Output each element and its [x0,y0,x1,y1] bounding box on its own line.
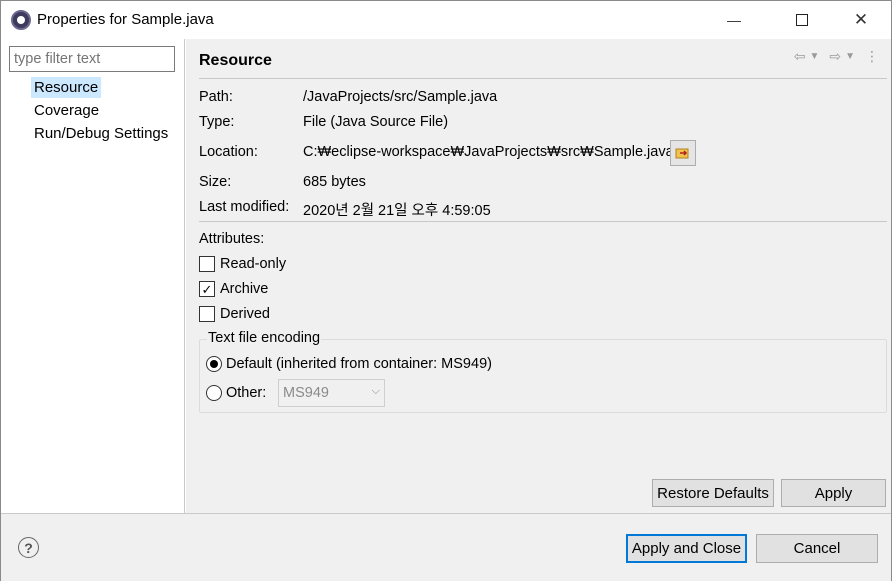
size-value: 685 bytes [303,174,366,190]
attributes-separator [199,221,887,222]
tree-item-coverage[interactable]: Coverage [31,100,102,121]
resource-page: Resource ⇦ ▼ ⇨ ▼ ⋮ Path: /JavaProjects/s… [186,39,891,513]
tree-item-label: Coverage [34,102,100,119]
view-menu-icon[interactable]: ⋮ [865,48,879,65]
encoding-select-value: MS949 [283,385,329,401]
default-encoding-radio[interactable]: Default (inherited from container: MS949… [206,356,492,372]
restore-defaults-button[interactable]: Restore Defaults [652,479,774,507]
other-encoding-radio[interactable]: Other: [206,385,266,401]
type-label: Type: [199,114,235,130]
page-title: Resource [199,52,272,69]
path-label: Path: [199,89,233,105]
apply-button[interactable]: Apply [781,479,886,507]
forward-dropdown-icon[interactable]: ▼ [845,51,855,65]
close-icon: ✕ [853,10,869,29]
location-value: C:₩eclipse-workspace₩JavaProjects₩src₩Sa… [303,144,674,160]
apply-and-close-button[interactable]: Apply and Close [626,534,747,563]
tree-item-label: Run/Debug Settings [34,125,169,142]
cancel-label: Cancel [793,540,841,557]
apply-label: Apply [814,484,853,502]
last-modified-label: Last modified: [199,199,290,215]
properties-dialog: Properties for Sample.java — ✕ Resource … [0,0,892,581]
other-encoding-label: Other: [226,385,267,401]
path-value: /JavaProjects/src/Sample.java [303,89,498,105]
encoding-group-title: Text file encoding [207,330,322,346]
maximize-button[interactable] [779,1,825,39]
size-label: Size: [199,174,232,190]
location-label: Location: [199,144,258,160]
back-dropdown-icon[interactable]: ▼ [809,51,819,65]
archive-checkbox-box[interactable]: ✓ [199,281,215,297]
default-encoding-radio-dot[interactable] [206,356,222,372]
minimize-button[interactable]: — [711,1,757,39]
default-encoding-label: Default (inherited from container: MS949… [226,356,492,372]
dialog-button-bar: ? Apply and Close Cancel [1,513,891,581]
title-separator [199,78,887,79]
derived-checkbox[interactable]: Derived [199,306,270,322]
eclipse-icon [11,10,31,30]
archive-checkbox[interactable]: ✓ Archive [199,281,268,297]
forward-arrow-icon[interactable]: ⇨ [829,48,841,65]
last-modified-value: 2020년 2월 21일 오후 4:59:05 [303,203,491,219]
preference-tree-pane: Resource Coverage Run/Debug Settings [1,39,185,513]
checkmark-icon: ✓ [201,281,213,297]
help-icon[interactable]: ? [18,537,39,558]
maximize-icon [796,14,808,26]
other-encoding-radio-dot[interactable] [206,385,222,401]
close-button[interactable]: ✕ [838,1,884,39]
show-in-explorer-button[interactable] [670,140,696,166]
tree-item-label: Resource [34,79,99,96]
read-only-checkbox[interactable]: Read-only [199,256,286,272]
apply-and-close-label: Apply and Close [631,540,742,557]
read-only-checkbox-label: Read-only [220,256,287,272]
read-only-checkbox-box[interactable] [199,256,215,272]
minimize-icon: — [727,12,741,28]
title-bar: Properties for Sample.java — ✕ [1,1,891,39]
back-arrow-icon[interactable]: ⇦ [794,48,806,65]
cancel-button[interactable]: Cancel [756,534,878,563]
tree-item-run-debug-settings[interactable]: Run/Debug Settings [31,123,171,144]
type-value: File (Java Source File) [303,114,449,130]
tree-item-resource[interactable]: Resource [31,77,102,98]
filter-input[interactable] [9,46,175,72]
archive-checkbox-label: Archive [220,281,269,297]
derived-checkbox-label: Derived [220,306,270,322]
open-folder-icon [675,148,689,159]
restore-defaults-label: Restore Defaults [657,484,769,502]
window-title: Properties for Sample.java [37,11,214,28]
chevron-down-icon: ⌵ [371,385,380,397]
encoding-select[interactable]: MS949 ⌵ [278,379,385,407]
page-navigation: ⇦ ▼ ⇨ ▼ ⋮ [794,48,879,65]
attributes-label: Attributes: [199,231,265,247]
derived-checkbox-box[interactable] [199,306,215,322]
